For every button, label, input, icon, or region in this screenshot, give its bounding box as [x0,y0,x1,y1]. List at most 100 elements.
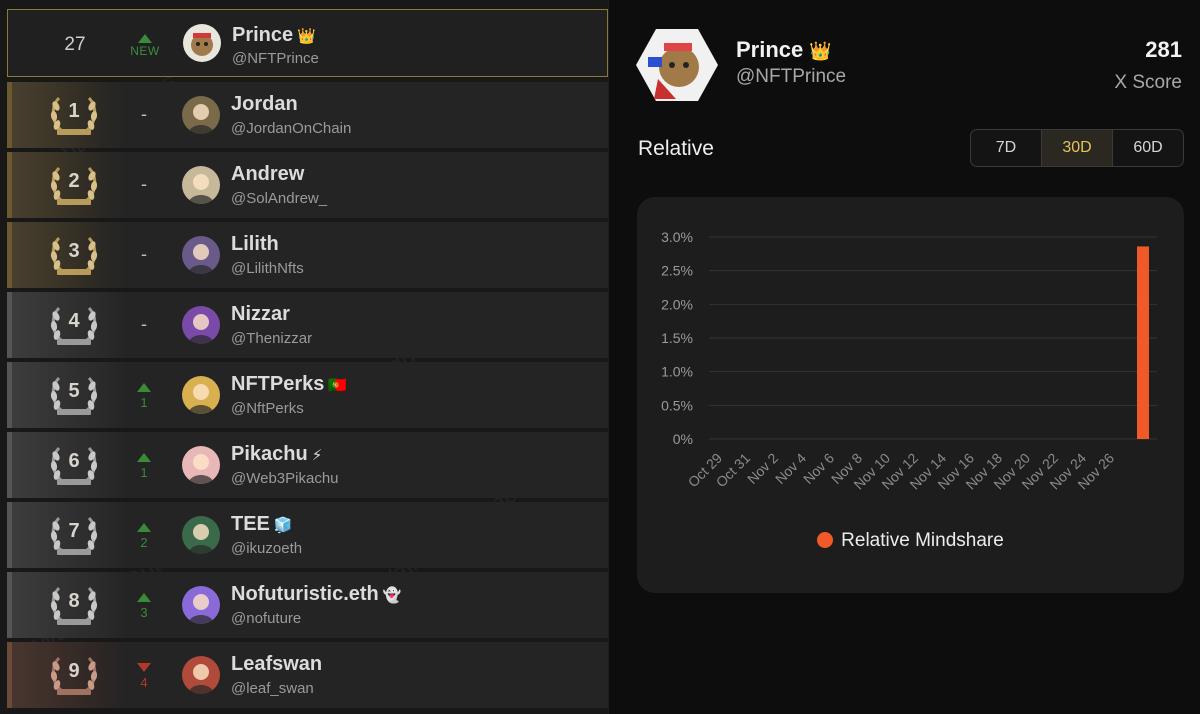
rank-change: - [119,222,169,288]
user-handle: @Web3Pikachu [231,470,339,487]
avatar [182,516,220,554]
crown-icon: 👑 [297,28,316,45]
chart-bar [1137,246,1149,439]
up-arrow-icon [137,593,151,602]
range-selector: 7D 30D 60D [970,129,1184,167]
y-tick-label: 0.5% [661,397,693,413]
avatar [182,376,220,414]
rank-change: 3 [119,572,169,638]
user-name: Lilith [231,233,279,255]
x-tick-label: Nov 2 [744,450,781,487]
no-change-dash: - [141,104,147,124]
range-60d-button[interactable]: 60D [1113,130,1183,166]
user-name: Prince 👑 [232,24,316,46]
y-tick-label: 3.0% [661,229,693,245]
name-emoji: ⚡ [311,447,323,464]
user-handle: @ikuzoeth [231,540,303,557]
name-emoji: 👻 [382,587,402,604]
user-name: Nizzar [231,303,290,325]
rank-number: 2 [68,170,80,192]
x-tick-label: Nov 6 [800,450,837,487]
rank-number: 8 [68,590,80,612]
rank-number: 5 [68,380,80,402]
chart-svg: 0%0.5%1.0%1.5%2.0%2.5%3.0%Oct 29Oct 31No… [661,229,1157,492]
y-tick-label: 0% [673,431,693,447]
rank-change: 2 [119,502,169,568]
current-user-row[interactable]: 27 NEW Prince 👑 @NFTPrince [7,9,608,77]
user-name: Andrew [231,163,305,185]
rank-number: 7 [68,520,80,542]
down-arrow-icon [137,663,151,672]
change-value: 4 [140,675,148,690]
legend-swatch [817,532,834,548]
profile-name: Prince 👑 [736,37,832,62]
legend-label: Relative Mindshare [841,530,1004,551]
leaderboard-row[interactable]: 2 - Andrew @SolAndrew_ [7,152,608,218]
y-tick-label: 1.0% [661,364,693,380]
leaderboard-row[interactable]: 1 - Jordan @JordanOnChain [7,82,608,148]
no-change-dash: - [141,244,147,264]
rank-change: 4 [119,642,169,708]
rank-number: 1 [68,100,80,122]
no-change-dash: - [141,314,147,334]
rank-change: NEW [120,10,170,76]
range-30d-button[interactable]: 30D [1042,130,1113,166]
avatar [182,656,220,694]
user-handle: @leaf_swan [231,680,314,697]
rank-change: - [119,292,169,358]
avatar [182,586,220,624]
profile-panel: Prince 👑 @NFTPrince 281 X Score Relative… [608,0,1200,714]
leaderboard-row[interactable]: 9 4 Leafswan @leaf_swan [7,642,608,708]
avatar [182,236,220,274]
chart-legend: Relative Mindshare [637,530,1184,552]
leaderboard-row[interactable]: 6 1 Pikachu ⚡ @Web3Pikachu [7,432,608,498]
mindshare-chart: 0% 0.5% 1.0% 1.5% 2.0% 2.5% 3.0% Oct 29 Oct 31 No… [637,197,1184,593]
rank-change: 1 [119,432,169,498]
rank-number: 27 [64,34,86,55]
rank-number: 9 [68,660,80,682]
change-value: 1 [140,465,148,480]
user-name: Jordan [231,93,298,115]
y-tick-label: 2.5% [661,263,693,279]
user-name: NFTPerks 🇵🇹 [231,373,348,395]
change-value: 3 [140,605,148,620]
rank-change: - [119,152,169,218]
change-value: 1 [140,395,148,410]
up-arrow-icon [137,523,151,532]
rank-number: 4 [68,310,80,332]
leaderboard-row[interactable]: 7 2 TEE 🧊 @ikuzoeth [7,502,608,568]
change-value: 2 [140,535,148,550]
section-title: Relative [638,137,714,160]
avatar [183,24,221,62]
user-name: Pikachu ⚡ [231,443,323,465]
x-score-label: X Score [1114,72,1182,93]
no-change-dash: - [141,174,147,194]
leaderboard-row[interactable]: 5 1 NFTPerks 🇵🇹 @NftPerks [7,362,608,428]
user-handle: @nofuture [231,610,302,627]
user-handle: @SolAndrew_ [231,190,328,207]
up-arrow-icon [137,383,151,392]
crown-icon: 👑 [809,41,832,61]
up-arrow-icon [138,34,152,43]
user-handle: @LilithNfts [231,260,304,277]
user-name: TEE 🧊 [231,513,293,535]
y-tick-label: 2.0% [661,296,693,312]
x-score-value: 281 [1145,37,1182,62]
name-emoji: 🧊 [273,517,293,534]
rank-change: 1 [119,362,169,428]
avatar [182,166,220,204]
new-badge: NEW [130,44,160,58]
leaderboard-row[interactable]: 4 - Nizzar @Thenizzar [7,292,608,358]
leaderboard: Wallchain Quacks quacks.app Wallchain Qu… [0,0,608,714]
rank-number: 3 [68,240,80,262]
y-tick-label: 1.5% [661,330,693,346]
leaderboard-row[interactable]: 8 3 Nofuturistic.eth 👻 @nofuture [7,572,608,638]
user-name: Leafswan [231,653,323,675]
avatar [182,306,220,344]
leaderboard-row[interactable]: 3 - Lilith @LilithNfts [7,222,608,288]
profile-handle: @NFTPrince [736,66,847,87]
range-7d-button[interactable]: 7D [971,130,1042,166]
user-name: Nofuturistic.eth 👻 [231,583,402,605]
x-tick-label: Nov 4 [772,450,809,487]
rank-change: - [119,82,169,148]
